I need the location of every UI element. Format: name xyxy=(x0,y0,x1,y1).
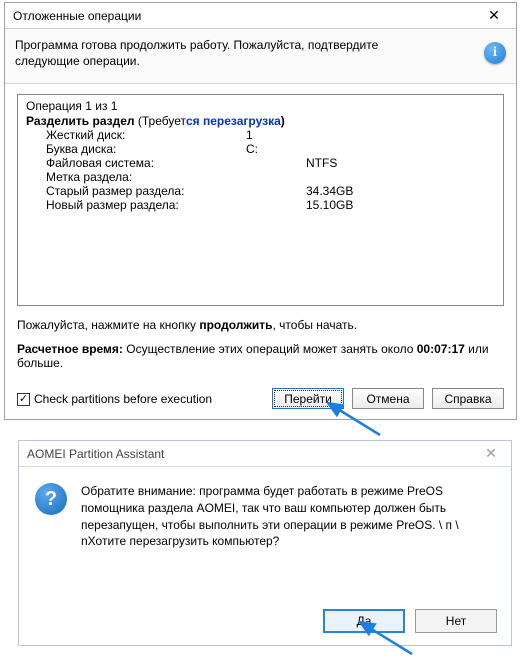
cancel-button[interactable]: Отмена xyxy=(352,388,424,409)
est-text: Осуществление этих операций может занять… xyxy=(123,342,417,356)
operation-name: Разделить раздел xyxy=(26,114,135,128)
est-label: Расчетное время: xyxy=(17,342,123,356)
header-text: Программа готова продолжить работу. Пожа… xyxy=(15,37,445,69)
row-label: Буква диска: xyxy=(46,142,246,156)
msg-bold: продолжить xyxy=(199,318,272,332)
table-row: Старый размер раздела:34.34GB xyxy=(46,184,495,198)
question-icon: ? xyxy=(35,483,67,515)
no-button[interactable]: Нет xyxy=(415,609,497,633)
row-value: 1 xyxy=(246,128,386,142)
button-row: Да Нет xyxy=(323,609,497,633)
table-row: Файловая система:NTFS xyxy=(46,156,495,170)
op-req-suffix: ) xyxy=(281,114,285,128)
row-value: NTFS xyxy=(246,156,386,170)
content-area: Операция 1 из 1 Разделить раздел (Требуе… xyxy=(5,84,516,416)
close-icon[interactable]: ✕ xyxy=(471,441,511,467)
row-value: 15.10GB xyxy=(246,198,386,212)
operation-count: Операция 1 из 1 xyxy=(26,99,495,113)
checkbox-icon[interactable]: ✓ xyxy=(17,393,30,406)
est-time: 00:07:17 xyxy=(417,342,465,356)
message-body: ? Обратите внимание: программа будет раб… xyxy=(19,467,511,560)
button-row: Перейти Отмена Справка xyxy=(272,388,504,409)
window-title: Отложенные операции xyxy=(13,9,141,23)
msg-pre: Пожалуйста, нажмите на кнопку xyxy=(17,318,199,332)
row-label: Файловая система: xyxy=(46,156,246,170)
row-label: Метка раздела: xyxy=(46,170,246,184)
row-label: Жесткий диск: xyxy=(46,128,246,142)
row-value: 34.34GB xyxy=(246,184,386,198)
window-title: AOMEI Partition Assistant xyxy=(27,447,164,461)
checkbox-label: Check partitions before execution xyxy=(34,392,212,406)
close-icon[interactable]: ✕ xyxy=(472,3,516,29)
table-row: Буква диска:C: xyxy=(46,142,495,156)
row-value xyxy=(246,170,386,184)
yes-button[interactable]: Да xyxy=(323,609,405,633)
proceed-button[interactable]: Перейти xyxy=(272,388,344,409)
operations-list: Операция 1 из 1 Разделить раздел (Требуе… xyxy=(17,94,504,306)
instruction-text: Пожалуйста, нажмите на кнопку продолжить… xyxy=(17,318,504,332)
estimated-time: Расчетное время: Осуществление этих опер… xyxy=(17,342,504,370)
titlebar[interactable]: AOMEI Partition Assistant ✕ xyxy=(19,441,511,467)
row-label: Новый размер раздела: xyxy=(46,198,246,212)
row-value: C: xyxy=(246,142,386,156)
help-button[interactable]: Справка xyxy=(432,388,504,409)
message-text: Обратите внимание: программа будет работ… xyxy=(81,483,481,550)
table-row: Жесткий диск:1 xyxy=(46,128,495,142)
op-req-prefix: (Требует xyxy=(135,114,186,128)
info-icon: i xyxy=(484,42,506,64)
row-label: Старый размер раздела: xyxy=(46,184,246,198)
table-row: Новый размер раздела:15.10GB xyxy=(46,198,495,212)
table-row: Метка раздела: xyxy=(46,170,495,184)
operation-title-row: Разделить раздел (Требуется перезагрузка… xyxy=(26,114,495,128)
titlebar[interactable]: Отложенные операции ✕ xyxy=(5,3,516,29)
restart-required-link[interactable]: ся перезагрузка xyxy=(186,114,281,128)
pending-operations-dialog: Отложенные операции ✕ Программа готова п… xyxy=(4,2,517,420)
operation-details: Жесткий диск:1 Буква диска:C: Файловая с… xyxy=(26,128,495,212)
confirm-restart-dialog: AOMEI Partition Assistant ✕ ? Обратите в… xyxy=(18,440,512,646)
msg-post: , чтобы начать. xyxy=(273,318,358,332)
header-strip: Программа готова продолжить работу. Пожа… xyxy=(5,29,516,84)
